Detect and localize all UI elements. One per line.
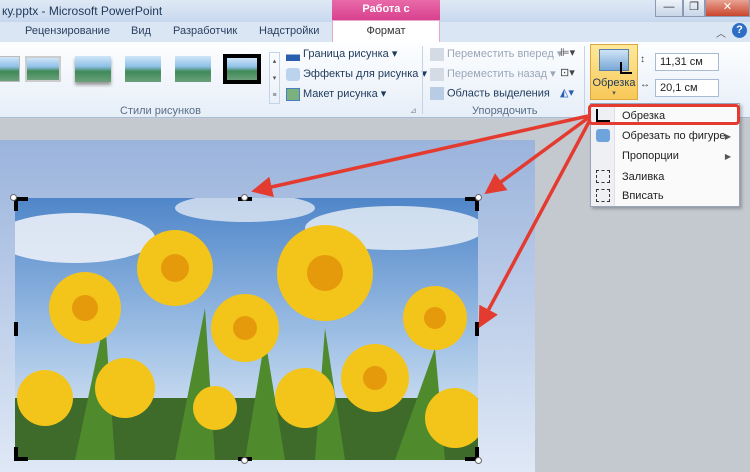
annotation-arrows: [251, 114, 592, 329]
arrow-right-handle: [478, 119, 592, 329]
